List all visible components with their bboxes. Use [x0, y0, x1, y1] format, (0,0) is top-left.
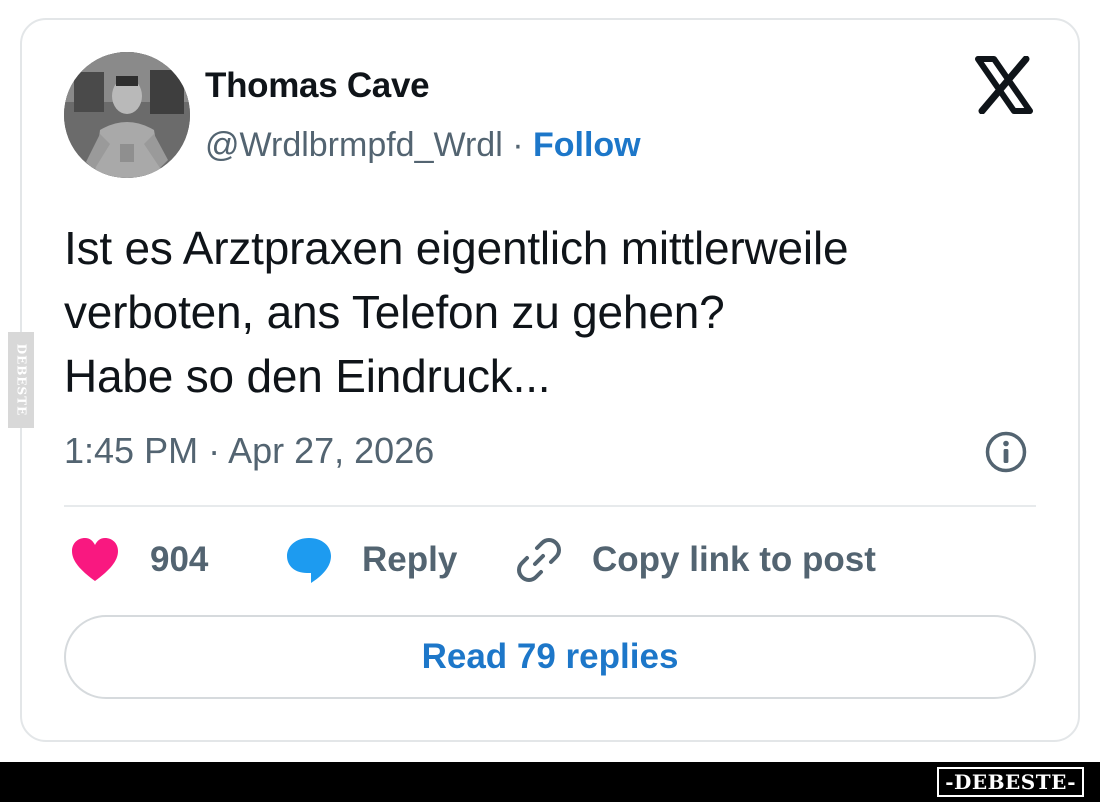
tweet-line: verboten, ans Telefon zu gehen?	[64, 286, 725, 338]
reply-button[interactable]: Reply	[284, 532, 457, 588]
tweet-line: Ist es Arztpraxen eigentlich mittlerweil…	[64, 222, 849, 274]
tweet-text: Ist es Arztpraxen eigentlich mittlerweil…	[64, 216, 1054, 408]
reply-bubble-icon	[287, 538, 331, 583]
copy-link-label: Copy link to post	[592, 540, 876, 579]
copy-link-button[interactable]: Copy link to post	[514, 532, 876, 588]
handle-row: @Wrdlbrmpfd_Wrdl · Follow	[205, 126, 641, 165]
like-count: 904	[150, 540, 209, 579]
link-icon	[517, 538, 561, 582]
tweet-line: Habe so den Eindruck...	[64, 350, 551, 402]
author-name[interactable]: Thomas Cave	[205, 66, 430, 106]
reply-label: Reply	[362, 540, 458, 579]
brand-text: -DEBESTE-	[945, 770, 1076, 794]
x-logo-icon[interactable]	[974, 56, 1034, 114]
avatar-photo	[64, 52, 190, 178]
avatar[interactable]	[64, 52, 190, 178]
heart-icon	[72, 538, 118, 581]
follow-button[interactable]: Follow	[533, 126, 641, 164]
info-icon[interactable]	[984, 430, 1028, 474]
brand-logo: -DEBESTE-	[937, 767, 1084, 797]
handle-separator: ·	[502, 126, 533, 164]
side-watermark: DEBESTE	[8, 332, 34, 428]
timestamp[interactable]: 1:45 PM · Apr 27, 2026	[64, 430, 434, 472]
author-handle[interactable]: @Wrdlbrmpfd_Wrdl	[205, 126, 503, 164]
divider	[64, 505, 1036, 507]
read-replies-button[interactable]: Read 79 replies	[64, 615, 1036, 699]
footer-bar: -DEBESTE-	[0, 762, 1100, 802]
side-watermark-text: DEBESTE	[14, 343, 28, 417]
like-button[interactable]: 904	[70, 532, 208, 588]
